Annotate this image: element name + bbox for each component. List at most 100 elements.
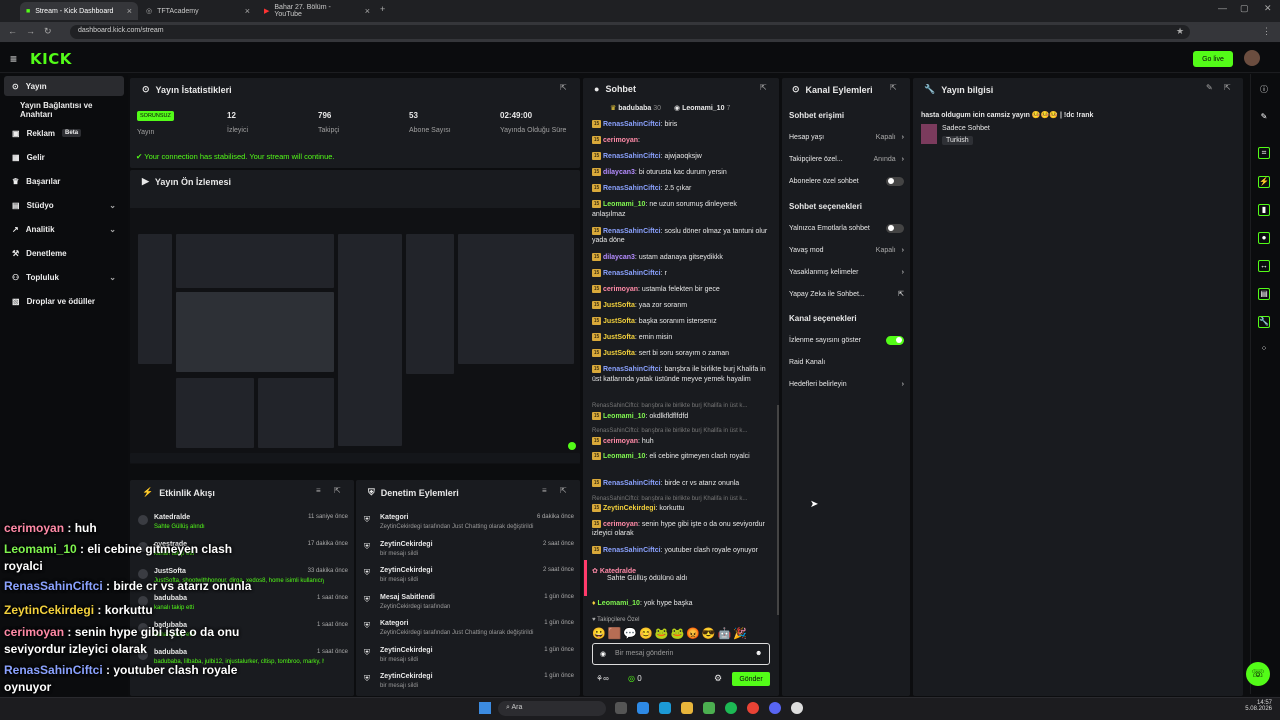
- sidebar-item-yayin[interactable]: ⊙ Yayın: [4, 76, 124, 96]
- popout-icon[interactable]: ⇱: [560, 486, 567, 495]
- chat-username[interactable]: JustSofta: [603, 334, 635, 341]
- close-window-icon[interactable]: ✕: [1264, 3, 1272, 14]
- chat-username[interactable]: JustSofta: [603, 318, 635, 325]
- browser-tab[interactable]: ◎ TFTAcademy ×: [140, 2, 256, 20]
- set-goals-row[interactable]: Hedefleri belirleyin ›: [789, 377, 904, 391]
- send-emote-icon[interactable]: ☻: [755, 650, 762, 657]
- file-explorer-icon[interactable]: [681, 702, 693, 714]
- edit-pencil-icon[interactable]: ✎: [1206, 83, 1213, 92]
- chat-username[interactable]: Leomami_10: [603, 453, 645, 460]
- chat-username[interactable]: RenasSahinCiftci: [603, 480, 661, 487]
- browser-tab[interactable]: ▶ Bahar 27. Bölüm - YouTube ×: [258, 2, 376, 20]
- filter-icon[interactable]: ≡: [542, 486, 547, 495]
- sidebar-item-studyo[interactable]: ▤ Stüdyo ⌄: [4, 195, 124, 215]
- task-view-icon[interactable]: [615, 702, 627, 714]
- sidebar-item-droplar[interactable]: ▧ Droplar ve ödüller: [4, 291, 124, 311]
- chat-username[interactable]: ZeytinCekirdegi: [603, 505, 656, 512]
- maximize-icon[interactable]: ▢: [1240, 3, 1249, 14]
- go-live-button[interactable]: Go live: [1193, 51, 1233, 67]
- chat-icon[interactable]: ●: [1258, 232, 1270, 244]
- moderation-icon[interactable]: ▤: [1258, 288, 1270, 300]
- ai-chat-row[interactable]: Yapay Zeka ile Sohbet... ⇱: [789, 287, 904, 301]
- sidebar-item-stream-key[interactable]: Yayın Bağlantısı ve Anahtarı: [4, 100, 124, 120]
- app-icon[interactable]: [703, 702, 715, 714]
- discord-icon[interactable]: [769, 702, 781, 714]
- chat-settings-gear-icon[interactable]: ⚙: [714, 673, 722, 684]
- chat-username[interactable]: RenasSahinCiftci: [603, 547, 661, 554]
- chat-username[interactable]: JustSofta: [603, 350, 635, 357]
- close-tab-icon[interactable]: ×: [245, 6, 250, 16]
- broadcast-icon[interactable]: ↔: [1258, 260, 1270, 272]
- obs-icon[interactable]: [791, 702, 803, 714]
- spotify-icon[interactable]: [725, 702, 737, 714]
- account-age-row[interactable]: Hesap yaşı Kapalı ›: [789, 130, 904, 144]
- chat-scrollbar[interactable]: [777, 405, 779, 615]
- coins-display[interactable]: ◎ 0: [628, 674, 642, 683]
- popout-icon[interactable]: ⇱: [334, 486, 341, 495]
- wrench-icon[interactable]: 🔧: [1258, 316, 1270, 328]
- slow-mode-row[interactable]: Yavaş mod Kapalı ›: [789, 243, 904, 257]
- sidebar-item-denetleme[interactable]: ⚒ Denetleme: [4, 243, 124, 263]
- browser-menu-icon[interactable]: ⋮: [1262, 26, 1271, 37]
- send-button[interactable]: Gönder: [732, 672, 770, 686]
- info-icon[interactable]: ⓘ: [1258, 84, 1270, 96]
- points-display[interactable]: ⚘∞: [596, 674, 609, 683]
- close-tab-icon[interactable]: ×: [127, 6, 132, 16]
- chat-username[interactable]: RenasSahinCiftci: [603, 121, 661, 128]
- bookmark-star-icon[interactable]: ★: [1176, 26, 1184, 37]
- chat-username[interactable]: cerimoyan: [603, 286, 638, 293]
- forward-icon[interactable]: →: [26, 26, 35, 36]
- emoji-button-icon[interactable]: ◉: [600, 650, 606, 658]
- windows-start-icon[interactable]: [479, 702, 491, 714]
- stats-icon[interactable]: ▮: [1258, 204, 1270, 216]
- browser-tab[interactable]: ■ Stream - Kick Dashboard ×: [20, 2, 138, 20]
- subscriber-only-toggle[interactable]: [886, 176, 904, 186]
- chat-username[interactable]: Leomami_10: [603, 413, 645, 420]
- popout-icon[interactable]: ⇱: [890, 83, 897, 92]
- popout-icon[interactable]: ⇱: [560, 83, 567, 92]
- chat-username[interactable]: Leomami_10: [603, 201, 645, 208]
- help-chat-icon[interactable]: ☏: [1246, 662, 1270, 686]
- chat-username[interactable]: RenasSahinCiftci: [603, 228, 661, 235]
- taskbar-search[interactable]: ⌕ Ara: [498, 701, 606, 716]
- avatar[interactable]: [1244, 50, 1260, 66]
- hamburger-menu-icon[interactable]: ≡: [10, 52, 17, 66]
- emote-bar[interactable]: 😀🟫💬😊🐸🐸😡😎🤖🎉: [592, 627, 749, 640]
- layout-icon[interactable]: ⁘: [1258, 344, 1270, 356]
- chrome-icon[interactable]: [747, 702, 759, 714]
- chat-username[interactable]: JustSofta: [603, 302, 635, 309]
- filter-icon[interactable]: ≡: [316, 486, 321, 495]
- back-icon[interactable]: ←: [8, 26, 17, 36]
- sidebar-item-basarilar[interactable]: ♛ Başarılar: [4, 171, 124, 191]
- banned-words-row[interactable]: Yasaklanmış kelimeler ›: [789, 265, 904, 279]
- chat-username[interactable]: cerimoyan: [603, 521, 638, 528]
- chat-username[interactable]: RenasSahinCiftci: [603, 153, 661, 160]
- chat-username[interactable]: cerimoyan: [603, 438, 638, 445]
- raid-channel-row[interactable]: Raid Kanalı: [789, 355, 904, 369]
- chat-username[interactable]: RenasSahinCiftci: [603, 270, 661, 277]
- edge-icon[interactable]: [659, 702, 671, 714]
- sidebar-item-analitik[interactable]: ↗ Analitik ⌄: [4, 219, 124, 239]
- emote-only-toggle[interactable]: [886, 223, 904, 233]
- follower-only-row[interactable]: Takipçilere özel... Anında ›: [789, 152, 904, 166]
- chat-username[interactable]: RenasSahinCiftci: [603, 185, 661, 192]
- show-viewcount-toggle[interactable]: [886, 335, 904, 345]
- bolt-icon[interactable]: ⚡: [1258, 176, 1270, 188]
- url-field[interactable]: dashboard.kick.com/stream: [70, 25, 1190, 39]
- chat-username[interactable]: dilaycan3: [603, 254, 635, 261]
- minimize-icon[interactable]: —: [1218, 3, 1227, 13]
- reload-icon[interactable]: ↻: [44, 26, 52, 37]
- sidebar-item-reklam[interactable]: ▣ Reklam Beta: [4, 123, 124, 143]
- kick-logo[interactable]: KICK: [30, 50, 72, 68]
- popout-icon[interactable]: ⇱: [1224, 83, 1231, 92]
- edit-icon[interactable]: ✎: [1258, 112, 1270, 124]
- chat-username[interactable]: dilaycan3: [603, 169, 635, 176]
- close-tab-icon[interactable]: ×: [365, 6, 370, 16]
- new-tab-icon[interactable]: +: [380, 4, 385, 14]
- popout-icon[interactable]: ⇱: [760, 83, 767, 92]
- sidebar-item-topluluk[interactable]: ⚇ Topluluk ⌄: [4, 267, 124, 287]
- store-icon[interactable]: [637, 702, 649, 714]
- sidebar-item-gelir[interactable]: ▦ Gelir: [4, 147, 124, 167]
- chat-username[interactable]: RenasSahinCiftci: [603, 366, 661, 373]
- chat-username[interactable]: cerimoyan: [603, 137, 638, 144]
